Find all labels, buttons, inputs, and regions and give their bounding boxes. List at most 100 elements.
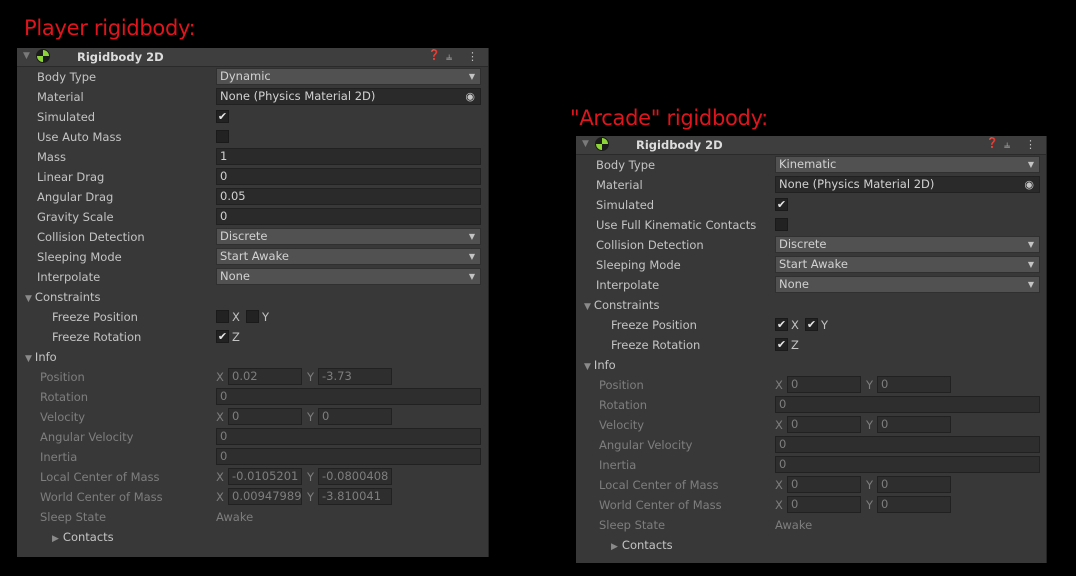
body-type-dropdown[interactable]: Kinematic ▼ [775, 156, 1040, 173]
rotation-row: Rotation 0 [17, 387, 488, 407]
material-label-text: Material [596, 178, 643, 192]
velocity-label: Velocity [40, 410, 85, 424]
component-header[interactable]: ▼ Rigidbody 2D ❓ ⫨ ⋮ [576, 136, 1046, 155]
simulated-label: Simulated [37, 110, 95, 124]
gravity-scale-label-text: Gravity Scale [37, 210, 114, 224]
world-center-of-mass-label-text: World Center of Mass [599, 498, 722, 512]
local-center-of-mass-y-field: 0 [877, 476, 951, 493]
preset-icon[interactable]: ⫨ [446, 50, 452, 64]
velocity-row: Velocity X 0 Y 0 [576, 415, 1046, 435]
angular-drag-field[interactable]: 0.05 [216, 188, 481, 205]
fold-triangle-icon[interactable]: ▼ [582, 139, 589, 149]
gravity-scale-value: 0 [220, 209, 228, 223]
collision-detection-dropdown[interactable]: Discrete ▼ [216, 228, 481, 245]
interpolate-dropdown[interactable]: None ▼ [216, 268, 481, 285]
local-center-of-mass-label: Local Center of Mass [599, 478, 719, 492]
local-center-of-mass-label-text: Local Center of Mass [40, 470, 160, 484]
local-center-of-mass-x-label: X [216, 470, 224, 484]
chevron-down-icon: ▼ [1027, 160, 1034, 169]
fold-triangle-icon[interactable]: ▼ [23, 51, 30, 61]
velocity-x-label: X [775, 418, 783, 432]
info-label[interactable]: ▼ Info [584, 358, 616, 372]
rigidbody-2d-icon [595, 137, 609, 151]
linear-drag-row: Linear Drag 0 [17, 167, 488, 187]
local-center-of-mass-x-value: 0 [791, 477, 799, 491]
freeze-position-x-checkbox[interactable]: ✔ [775, 318, 788, 331]
fold-triangle-icon[interactable]: ▶ [52, 534, 59, 544]
simulated-label-text: Simulated [596, 198, 655, 212]
use-full-kinematic-contacts-label: Use Full Kinematic Contacts [596, 218, 756, 232]
collision-detection-label-text: Collision Detection [596, 238, 704, 252]
component-header[interactable]: ▼ Rigidbody 2D ❓ ⫨ ⋮ [17, 48, 488, 67]
freeze-position-x-checkbox[interactable] [216, 310, 229, 323]
local-center-of-mass-label: Local Center of Mass [40, 470, 160, 484]
kebab-menu-icon[interactable]: ⋮ [467, 50, 478, 63]
info-label[interactable]: ▼ Info [25, 350, 57, 364]
body-type-dropdown[interactable]: Dynamic ▼ [216, 68, 481, 85]
freeze-rotation-label-text: Freeze Rotation [611, 338, 701, 352]
help-icon[interactable]: ❓ [428, 50, 440, 61]
use-full-kinematic-contacts-checkbox[interactable] [775, 218, 788, 231]
fold-triangle-icon[interactable]: ▼ [25, 294, 32, 304]
angular-drag-label-text: Angular Drag [37, 190, 114, 204]
angular-velocity-value: 0 [779, 437, 787, 451]
rotation-label: Rotation [40, 390, 88, 404]
material-field[interactable]: None (Physics Material 2D) ◉ [775, 176, 1040, 193]
position-x-label: X [775, 378, 783, 392]
body-type-value: Kinematic [779, 157, 837, 171]
velocity-y-value: 0 [881, 417, 889, 431]
object-picker-icon[interactable]: ◉ [465, 89, 475, 104]
contacts-label[interactable]: ▶ Contacts [52, 530, 114, 544]
velocity-y-field: 0 [877, 416, 951, 433]
kebab-menu-icon[interactable]: ⋮ [1025, 138, 1036, 151]
collision-detection-dropdown[interactable]: Discrete ▼ [775, 236, 1040, 253]
constraints-label[interactable]: ▼ Constraints [25, 290, 101, 304]
gravity-scale-label: Gravity Scale [37, 210, 114, 224]
sleep-state-label-text: Sleep State [599, 518, 666, 532]
linear-drag-field[interactable]: 0 [216, 168, 481, 185]
local-center-of-mass-y-label: Y [866, 478, 874, 492]
constraints-label[interactable]: ▼ Constraints [584, 298, 660, 312]
fold-triangle-icon[interactable]: ▼ [584, 362, 591, 372]
freeze-position-y-checkbox[interactable]: ✔ [805, 318, 818, 331]
preset-icon[interactable]: ⫨ [1004, 138, 1010, 152]
sleep-state-label: Sleep State [599, 518, 665, 532]
collision-detection-row: Collision Detection Discrete ▼ [576, 235, 1046, 255]
help-icon[interactable]: ❓ [986, 138, 998, 149]
world-center-of-mass-y-field: 0 [877, 496, 951, 513]
rotation-field: 0 [775, 396, 1040, 413]
inertia-label: Inertia [599, 458, 636, 472]
material-field[interactable]: None (Physics Material 2D) ◉ [216, 88, 481, 105]
world-center-of-mass-x-value: 0.00947989 [232, 489, 302, 503]
sleeping-mode-dropdown[interactable]: Start Awake ▼ [216, 248, 481, 265]
fold-triangle-icon[interactable]: ▼ [584, 302, 591, 312]
use-auto-mass-checkbox[interactable] [216, 130, 229, 143]
sleeping-mode-dropdown[interactable]: Start Awake ▼ [775, 256, 1040, 273]
chevron-down-icon: ▼ [468, 272, 475, 281]
rotation-value: 0 [220, 389, 228, 403]
simulated-checkbox[interactable]: ✔ [775, 198, 788, 211]
sleep-state-row: Sleep State Awake [17, 507, 488, 527]
position-label: Position [40, 370, 85, 384]
use-full-kinematic-contacts-label-text: Use Full Kinematic Contacts [596, 218, 757, 232]
collision-detection-row: Collision Detection Discrete ▼ [17, 227, 488, 247]
object-picker-icon[interactable]: ◉ [1024, 177, 1034, 192]
gravity-scale-field[interactable]: 0 [216, 208, 481, 225]
freeze-rotation-z-checkbox[interactable]: ✔ [775, 338, 788, 351]
freeze-rotation-z-label: Z [232, 330, 240, 344]
inertia-field: 0 [216, 448, 481, 465]
simulated-checkbox[interactable]: ✔ [216, 110, 229, 123]
world-center-of-mass-x-field: 0.00947989 [228, 488, 302, 505]
interpolate-dropdown[interactable]: None ▼ [775, 276, 1040, 293]
fold-triangle-icon[interactable]: ▶ [611, 542, 618, 552]
chevron-down-icon: ▼ [1027, 240, 1034, 249]
freeze-rotation-z-checkbox[interactable]: ✔ [216, 330, 229, 343]
contacts-label[interactable]: ▶ Contacts [611, 538, 673, 552]
freeze-position-y-checkbox[interactable] [246, 310, 259, 323]
freeze-rotation-label: Freeze Rotation [611, 338, 700, 352]
freeze-position-x-label: X [791, 318, 799, 332]
mass-field[interactable]: 1 [216, 148, 481, 165]
sleep-state-label-text: Sleep State [40, 510, 107, 524]
angular-velocity-label: Angular Velocity [599, 438, 692, 452]
fold-triangle-icon[interactable]: ▼ [25, 354, 32, 364]
